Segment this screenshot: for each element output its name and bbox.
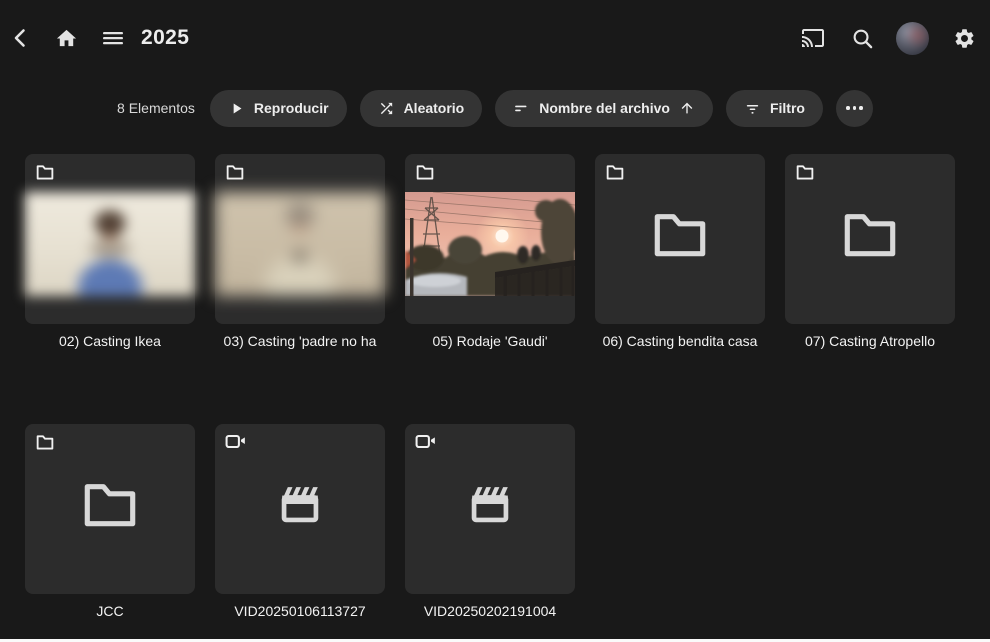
grid-item[interactable]: VID20250202191004 <box>405 424 575 619</box>
item-label: 05) Rodaje 'Gaudi' <box>432 333 548 349</box>
item-label: VID20250106113727 <box>234 603 366 619</box>
toolbar: 8 Elementos Reproducir Aleatorio Nombre … <box>0 89 990 127</box>
avatar-image <box>896 21 929 55</box>
folder-icon <box>841 209 899 258</box>
item-tile[interactable] <box>405 154 575 324</box>
sort-button-label: Nombre del archivo <box>539 100 670 116</box>
grid-item[interactable]: 03) Casting 'padre no ha <box>215 154 385 349</box>
folder-badge-icon <box>415 163 435 181</box>
shuffle-button-label: Aleatorio <box>403 100 465 116</box>
shuffle-icon <box>378 100 395 117</box>
item-label: JCC <box>96 603 124 619</box>
item-tile[interactable] <box>785 154 955 324</box>
sort-icon <box>513 100 530 117</box>
sort-button[interactable]: Nombre del archivo <box>495 89 713 127</box>
item-thumbnail <box>25 192 195 296</box>
filter-icon <box>744 100 761 117</box>
item-count: 8 Elementos <box>117 100 195 116</box>
avatar[interactable] <box>896 21 929 55</box>
folder-icon <box>81 479 139 528</box>
grid-item[interactable]: 05) Rodaje 'Gaudi' <box>405 154 575 349</box>
item-label: 07) Casting Atropello <box>805 333 935 349</box>
folder-icon <box>651 209 709 258</box>
play-icon <box>228 100 245 117</box>
grid-item[interactable]: 07) Casting Atropello <box>785 154 955 349</box>
videocam-badge-icon <box>225 433 246 450</box>
play-button-label: Reproducir <box>253 100 329 116</box>
item-thumbnail <box>215 192 385 296</box>
item-thumbnail <box>405 192 575 296</box>
item-label: 03) Casting 'padre no ha <box>223 333 377 349</box>
grid-item[interactable]: VID20250106113727 <box>215 424 385 619</box>
page-title: 2025 <box>141 26 190 49</box>
back-icon[interactable] <box>8 26 34 50</box>
filter-button-label: Filtro <box>769 100 805 116</box>
folder-badge-icon <box>35 163 55 181</box>
clapperboard-icon <box>468 483 513 525</box>
arrow-up-icon <box>679 100 695 116</box>
item-tile[interactable] <box>405 424 575 594</box>
item-tile[interactable] <box>25 424 195 594</box>
item-label: 02) Casting Ikea <box>59 333 161 349</box>
cast-icon[interactable] <box>801 26 825 50</box>
grid-item[interactable]: JCC <box>25 424 195 619</box>
filter-button[interactable]: Filtro <box>725 89 823 127</box>
folder-badge-icon <box>35 433 55 451</box>
clapperboard-icon <box>278 483 323 525</box>
item-tile[interactable] <box>215 154 385 324</box>
item-tile[interactable] <box>215 424 385 594</box>
home-icon[interactable] <box>54 27 78 50</box>
item-label: 06) Casting bendita casa <box>602 333 758 349</box>
settings-icon[interactable] <box>953 27 976 50</box>
folder-badge-icon <box>605 163 625 181</box>
top-app-bar: 2025 <box>0 0 990 76</box>
search-icon[interactable] <box>851 27 874 50</box>
folder-badge-icon <box>795 163 815 181</box>
shuffle-button[interactable]: Aleatorio <box>359 89 483 127</box>
item-tile[interactable] <box>25 154 195 324</box>
play-button[interactable]: Reproducir <box>209 89 347 127</box>
menu-icon[interactable] <box>100 26 126 50</box>
item-tile[interactable] <box>595 154 765 324</box>
more-options-button[interactable] <box>835 89 873 127</box>
grid-item[interactable]: 06) Casting bendita casa <box>595 154 765 349</box>
more-options-icon <box>846 106 863 110</box>
item-label: VID20250202191004 <box>423 603 557 619</box>
folder-badge-icon <box>225 163 245 181</box>
videocam-badge-icon <box>415 433 436 450</box>
grid-item[interactable]: 02) Casting Ikea <box>25 154 195 349</box>
media-grid: 02) Casting Ikea 03) Casting 'padre no h… <box>0 154 990 619</box>
